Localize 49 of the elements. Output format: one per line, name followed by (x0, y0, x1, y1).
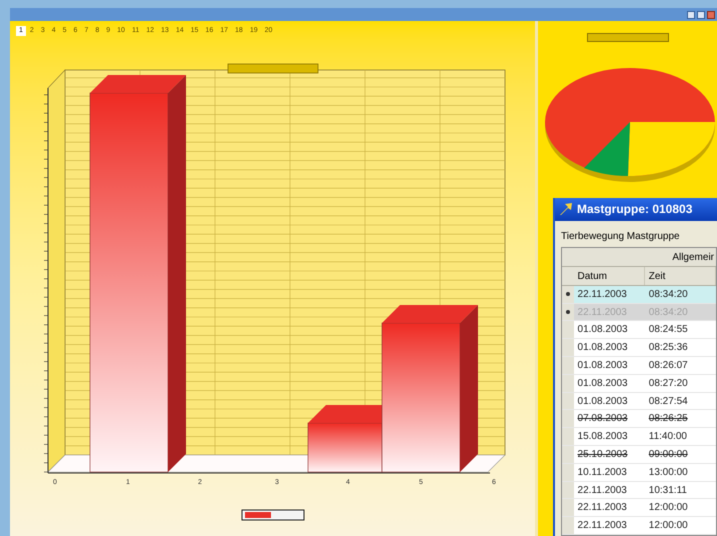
table-row[interactable]: 07.08.2003 08:26:25 (562, 410, 716, 428)
table-cell-text: 08:27:54 (648, 394, 689, 409)
table-cell-text: 01.08.2003 (576, 376, 629, 391)
table-row[interactable]: 01.08.2003 08:24:55 (562, 321, 716, 340)
table-cell-text: 08:34:20 (648, 288, 689, 302)
table-cell-text: 22.11.2003 (576, 484, 628, 498)
table-cell-text: 08:26:07 (648, 358, 689, 373)
table-row[interactable]: 01.08.2003 08:27:20 (562, 374, 716, 393)
table-row[interactable]: 22.11.2003 08:34:20 (562, 286, 716, 304)
table-cell-text: 09:00:00 (648, 448, 689, 462)
maximize-icon[interactable] (697, 10, 705, 18)
table-row[interactable]: 22.11.2003 10:31:11 (562, 482, 716, 500)
column-header[interactable]: Zeit (644, 266, 716, 285)
table-cell-text: 08:25:36 (648, 341, 689, 356)
table-cell-text: 08:27:20 (648, 376, 689, 391)
table-cell-text: 25.10.2003 (576, 448, 629, 462)
table-cell-text: 10:31:11 (648, 484, 688, 498)
table-cell-text: 15.08.2003 (576, 430, 629, 444)
table-row[interactable]: 01.08.2003 08:25:36 (562, 339, 716, 358)
table-row[interactable]: 22.11.2003 12:00:00 (562, 499, 716, 518)
table-cell-text: 01.08.2003 (576, 323, 629, 338)
table-cell-text: 22.11.2003 (576, 501, 628, 516)
table-cell-text: 01.08.2003 (576, 358, 629, 373)
table-row[interactable]: 22.11.2003 12:00:00 (562, 517, 716, 535)
table-cell-text: 01.08.2003 (576, 394, 629, 409)
table-cell-text: 08:24:55 (648, 323, 689, 338)
table-row[interactable]: 25.10.2003 09:00:00 (562, 446, 716, 464)
legend-box (242, 510, 304, 520)
table-cell-text: 22.11.2003 (576, 519, 628, 534)
group-header: Allgemeir (671, 250, 715, 265)
minimize-icon[interactable] (687, 10, 695, 18)
table-cell-text: 01.08.2003 (576, 341, 629, 356)
table-cell-text: 12:00:00 (648, 501, 689, 516)
table-cell-text: 07.08.2003 (576, 412, 629, 426)
close-icon[interactable] (707, 10, 715, 18)
table-cell-text: 12:00:00 (648, 519, 689, 534)
table-row[interactable]: 01.08.2003 08:26:07 (562, 357, 716, 375)
table-row[interactable]: 15.08.2003 11:40:00 (562, 428, 716, 446)
table-cell-text: 13:00:00 (648, 466, 689, 480)
section-label: Tierbewegung Mastgruppe (561, 230, 681, 244)
table-cell-text: 11:40:00 (648, 430, 688, 444)
dialog-title: Mastgruppe: 010803 (577, 201, 692, 218)
table-cell-text: 10.11.2003 (576, 466, 628, 480)
arrow-icon (559, 202, 573, 216)
table-cell-text: 22.11.2003 (576, 288, 628, 302)
column-header[interactable]: Datum (574, 266, 645, 285)
table-cell-text: 08:26:25 (648, 412, 689, 426)
table-row[interactable]: 01.08.2003 08:27:54 (562, 392, 716, 410)
table-row[interactable]: 10.11.2003 13:00:00 (562, 464, 716, 482)
